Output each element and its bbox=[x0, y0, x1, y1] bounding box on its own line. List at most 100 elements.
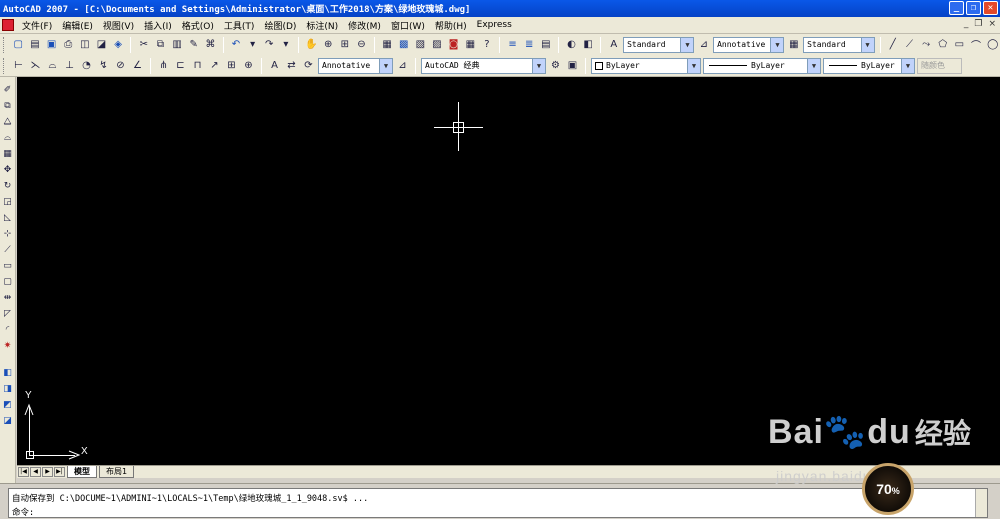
array-icon[interactable]: ▦ bbox=[1, 146, 14, 161]
toolbar-grip[interactable] bbox=[3, 57, 6, 74]
copy-icon[interactable]: ⧉ bbox=[153, 37, 168, 52]
undo-icon[interactable]: ↶ bbox=[229, 37, 244, 52]
layer-state-icon[interactable]: ≣ bbox=[522, 37, 537, 52]
table-style-icon[interactable]: ▦ bbox=[786, 37, 801, 52]
minimize-button[interactable]: _ bbox=[949, 1, 964, 15]
copy-object-icon[interactable]: ⧉ bbox=[1, 98, 14, 113]
move-icon[interactable]: ✥ bbox=[1, 162, 14, 177]
scale-icon[interactable]: ◲ bbox=[1, 194, 14, 209]
text-style-select[interactable]: Standard ▼ bbox=[623, 36, 695, 53]
command-history[interactable]: 自动保存到 C:\DOCUME~1\ADMINI~1\LOCALS~1\Temp… bbox=[8, 488, 988, 518]
circle-icon[interactable]: ◯ bbox=[985, 37, 1000, 52]
draw-order-under-icon[interactable]: ◪ bbox=[1, 413, 14, 428]
plot-preview-icon[interactable]: ◫ bbox=[78, 37, 93, 52]
mirror-icon[interactable]: ⧋ bbox=[1, 114, 14, 129]
next-tab-button[interactable]: ▶ bbox=[42, 467, 53, 477]
lineweight-select[interactable]: ByLayer ▼ bbox=[823, 57, 915, 74]
drawing-canvas[interactable]: Y X bbox=[17, 77, 1000, 465]
center-mark-icon[interactable]: ⊕ bbox=[241, 58, 256, 73]
line-icon[interactable]: ╱ bbox=[886, 37, 901, 52]
menu-draw[interactable]: 绘图(D) bbox=[259, 19, 301, 32]
offset-icon[interactable]: ⌓ bbox=[1, 130, 14, 145]
quick-dim-icon[interactable]: ⋔ bbox=[156, 58, 171, 73]
draw-order-above-icon[interactable]: ◩ bbox=[1, 397, 14, 412]
calculator-icon[interactable]: ▦ bbox=[463, 37, 478, 52]
properties-icon[interactable]: ▦ bbox=[380, 37, 395, 52]
sheet-set-icon[interactable]: ▨ bbox=[430, 37, 445, 52]
draw-order-front-icon[interactable]: ◧ bbox=[1, 365, 14, 380]
join-icon[interactable]: ⇹ bbox=[1, 290, 14, 305]
continue-icon[interactable]: ⊓ bbox=[190, 58, 205, 73]
layer-manager-icon[interactable]: ≡ bbox=[505, 37, 520, 52]
radius-icon[interactable]: ◔ bbox=[79, 58, 94, 73]
dim-text-edit-icon[interactable]: ⇄ bbox=[284, 58, 299, 73]
menu-express[interactable]: Express bbox=[472, 20, 517, 30]
polygon-icon[interactable]: ⬠ bbox=[935, 37, 950, 52]
command-prompt[interactable]: 命令: bbox=[12, 506, 34, 518]
arc-icon[interactable]: ⌒ bbox=[969, 37, 984, 52]
draw-order-back-icon[interactable]: ◨ bbox=[1, 381, 14, 396]
explode-icon[interactable]: ✷ bbox=[1, 338, 14, 353]
zoom-window-icon[interactable]: ⊞ bbox=[337, 37, 352, 52]
tool-palettes-icon[interactable]: ▧ bbox=[413, 37, 428, 52]
dim-update-icon[interactable]: ⟳ bbox=[301, 58, 316, 73]
annotation-scale-select[interactable]: Annotative ▼ bbox=[318, 57, 393, 74]
menu-dimension[interactable]: 标注(N) bbox=[301, 19, 343, 32]
color-select[interactable]: ByLayer ▼ bbox=[591, 57, 701, 74]
open-icon[interactable]: ▤ bbox=[28, 37, 43, 52]
help-icon[interactable]: ? bbox=[480, 37, 495, 52]
markup-icon[interactable]: ◙ bbox=[446, 37, 461, 52]
menu-tools[interactable]: 工具(T) bbox=[219, 19, 260, 32]
menu-insert[interactable]: 插入(I) bbox=[139, 19, 177, 32]
table-style-select[interactable]: Standard ▼ bbox=[803, 36, 875, 53]
design-center-icon[interactable]: ▩ bbox=[396, 37, 411, 52]
dim-style-select[interactable]: Annotative ▼ bbox=[713, 36, 785, 53]
rotate-icon[interactable]: ↻ bbox=[1, 178, 14, 193]
jogged-icon[interactable]: ↯ bbox=[96, 58, 111, 73]
cut-icon[interactable]: ✂ bbox=[136, 37, 151, 52]
linear-dim-icon[interactable]: ⊢ bbox=[11, 58, 26, 73]
menu-view[interactable]: 视图(V) bbox=[98, 19, 139, 32]
redo-dropdown-icon[interactable]: ▾ bbox=[279, 37, 294, 52]
layer-previous-icon[interactable]: ▤ bbox=[539, 37, 554, 52]
first-tab-button[interactable]: |◀ bbox=[18, 467, 29, 477]
doc-minimize-button[interactable]: _ bbox=[964, 19, 969, 29]
chamfer-icon[interactable]: ◸ bbox=[1, 306, 14, 321]
quick-leader-icon[interactable]: ↗ bbox=[207, 58, 222, 73]
undo-dropdown-icon[interactable]: ▾ bbox=[245, 37, 260, 52]
workspace-select[interactable]: AutoCAD 经典 ▼ bbox=[421, 57, 546, 74]
match-properties-icon[interactable]: ✎ bbox=[186, 37, 201, 52]
menu-help[interactable]: 帮助(H) bbox=[430, 19, 472, 32]
dim-style-icon[interactable]: ⊿ bbox=[696, 37, 711, 52]
stretch-icon[interactable]: ◺ bbox=[1, 210, 14, 225]
publish-icon[interactable]: ◪ bbox=[94, 37, 109, 52]
block-editor-icon[interactable]: ⌘ bbox=[203, 37, 218, 52]
text-style-icon[interactable]: A bbox=[606, 37, 621, 52]
doc-restore-button[interactable]: ❐ bbox=[974, 19, 982, 29]
aligned-dim-icon[interactable]: ⋋ bbox=[28, 58, 43, 73]
angular-icon[interactable]: ∠ bbox=[130, 58, 145, 73]
menu-file[interactable]: 文件(F) bbox=[17, 19, 57, 32]
print-icon[interactable]: ⎙ bbox=[61, 37, 76, 52]
zoom-realtime-icon[interactable]: ⊕ bbox=[321, 37, 336, 52]
baseline-icon[interactable]: ⊏ bbox=[173, 58, 188, 73]
tab-layout1[interactable]: 布局1 bbox=[99, 466, 135, 478]
dim-edit-icon[interactable]: A bbox=[267, 58, 282, 73]
paste-icon[interactable]: ▥ bbox=[170, 37, 185, 52]
app-icon[interactable] bbox=[2, 19, 14, 31]
tab-model[interactable]: 模型 bbox=[67, 466, 97, 478]
menu-format[interactable]: 格式(O) bbox=[177, 19, 219, 32]
menu-modify[interactable]: 修改(M) bbox=[343, 19, 386, 32]
ordinate-icon[interactable]: ⊥ bbox=[62, 58, 77, 73]
last-tab-button[interactable]: ▶| bbox=[54, 467, 65, 477]
close-button[interactable]: ✕ bbox=[983, 1, 998, 15]
workspace-save-icon[interactable]: ▣ bbox=[565, 58, 580, 73]
break-icon[interactable]: ▢ bbox=[1, 274, 14, 289]
3d-dwf-icon[interactable]: ◈ bbox=[111, 37, 126, 52]
redo-icon[interactable]: ↷ bbox=[262, 37, 277, 52]
zoom-previous-icon[interactable]: ⊖ bbox=[354, 37, 369, 52]
toolbar-grip[interactable] bbox=[3, 36, 6, 53]
arc-length-icon[interactable]: ⌓ bbox=[45, 58, 60, 73]
restore-button[interactable]: ❐ bbox=[966, 1, 981, 15]
dim-style-icon[interactable]: ⊿ bbox=[395, 58, 410, 73]
